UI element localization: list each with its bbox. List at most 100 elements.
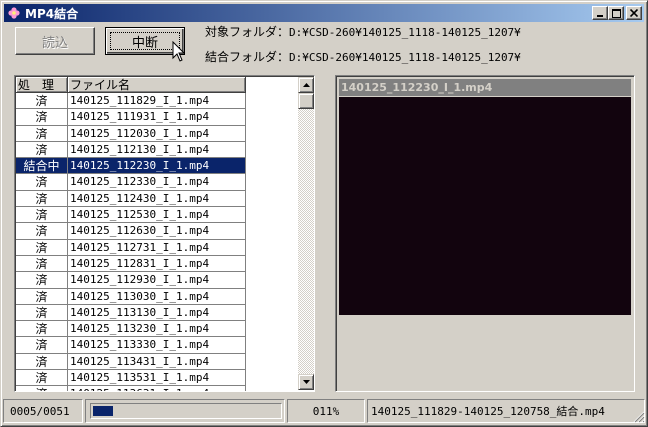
column-header-status[interactable]: 処 理 [16,77,68,93]
row-filename: 140125_112731_I_1.mp4 [68,239,246,256]
load-button-label: 読込 [41,35,68,51]
load-button[interactable]: 読込 [15,27,95,55]
arrow-down-icon [302,380,310,384]
column-header-filename[interactable]: ファイル名 [68,77,246,93]
list-row[interactable]: 済 140125_113230_I_1.mp4 [16,321,298,338]
list-row[interactable]: 済 140125_113431_I_1.mp4 [16,353,298,371]
row-status: 済 [16,239,68,256]
focus-rect [110,32,180,50]
close-icon [630,9,638,17]
caption-buttons [592,6,642,20]
row-status: 済 [16,353,68,371]
list-row[interactable]: 済 140125_112130_I_1.mp4 [16,141,298,159]
row-filename: 140125_113130_I_1.mp4 [68,304,246,322]
row-status: 済 [16,207,68,224]
row-status: 済 [16,321,68,338]
row-status: 済 [16,109,68,126]
size-grip-icon[interactable] [631,409,645,423]
row-filename: 140125_112230_I_1.mp4 [68,158,246,175]
list-row[interactable]: 済 140125_112831_I_1.mp4 [16,255,298,273]
row-filename: 140125_113531_I_1.mp4 [68,370,246,387]
row-status: 済 [16,288,68,305]
row-filename: 140125_112630_I_1.mp4 [68,223,246,240]
row-filename: 140125_112430_I_1.mp4 [68,190,246,208]
row-filename: 140125_113431_I_1.mp4 [68,353,246,371]
maximize-icon [611,8,621,18]
row-status: 済 [16,93,68,110]
main-window: MP4結合 読込 中断 対象フォルダ：D:¥CSD-260¥140125_111… [0,0,648,427]
list-row[interactable]: 済 140125_112330_I_1.mp4 [16,174,298,191]
list-row[interactable]: 済 140125_112731_I_1.mp4 [16,239,298,256]
video-preview-panel: 140125_112230_I_1.mp4 [335,75,635,392]
status-bar: 0005/0051 011% 140125_111829-140125_1207… [3,399,645,423]
row-filename: 140125_112930_I_1.mp4 [68,272,246,289]
status-percent-panel: 011% [287,399,365,423]
app-flower-icon [6,5,22,21]
progress-fill [93,406,113,416]
output-filename: 140125_111829-140125_120758_結合.mp4 [371,405,605,418]
status-output-panel: 140125_111829-140125_120758_結合.mp4 [367,399,645,423]
list-row[interactable]: 済 140125_112930_I_1.mp4 [16,272,298,289]
merge-folder-label: 結合フォルダ： [205,50,290,64]
merge-folder-path: D:¥CSD-260¥140125_1118-140125_1207¥ [289,51,521,64]
minimize-icon [597,15,603,17]
list-header: 処 理 ファイル名 [16,77,246,93]
list-row[interactable]: 済 140125_111931_I_1.mp4 [16,109,298,126]
row-filename: 140125_111829_I_1.mp4 [68,93,246,110]
row-filename: 140125_113631_I_1.mp4 [68,386,246,391]
list-row[interactable]: 済 140125_111829_I_1.mp4 [16,93,298,110]
list-body: 済 140125_111829_I_1.mp4 済 140125_111931_I_1… [16,93,298,391]
row-status: 済 [16,190,68,208]
status-count-panel: 0005/0051 [3,399,83,423]
row-filename: 140125_112831_I_1.mp4 [68,255,246,273]
row-filename: 140125_113330_I_1.mp4 [68,337,246,354]
row-filename: 140125_113030_I_1.mp4 [68,288,246,305]
merge-folder-row: 結合フォルダ：D:¥CSD-260¥140125_1118-140125_120… [205,48,521,65]
row-status: 済 [16,304,68,322]
list-row[interactable]: 済 140125_112430_I_1.mp4 [16,190,298,208]
file-count: 0005/0051 [10,404,70,418]
row-status: 済 [16,141,68,159]
row-status: 済 [16,174,68,191]
list-row[interactable]: 結合中 140125_112230_I_1.mp4 [16,158,298,175]
row-status: 済 [16,255,68,273]
row-status: 結合中 [16,158,68,175]
row-status: 済 [16,223,68,240]
target-folder-path: D:¥CSD-260¥140125_1118-140125_1207¥ [289,26,521,39]
target-folder-row: 対象フォルダ：D:¥CSD-260¥140125_1118-140125_120… [205,23,521,40]
row-filename: 140125_113230_I_1.mp4 [68,321,246,338]
row-filename: 140125_112130_I_1.mp4 [68,141,246,159]
row-status: 済 [16,370,68,387]
scroll-up-button[interactable] [298,77,314,93]
row-filename: 140125_112330_I_1.mp4 [68,174,246,191]
mouse-cursor-icon [172,41,186,62]
maximize-button[interactable] [608,6,624,20]
progress-bar [90,403,282,419]
row-filename: 140125_111931_I_1.mp4 [68,109,246,126]
list-scrollbar[interactable] [298,77,314,390]
scroll-thumb[interactable] [298,93,314,109]
list-row[interactable]: 済 140125_113330_I_1.mp4 [16,337,298,354]
row-status: 済 [16,125,68,142]
list-row[interactable]: 済 140125_113030_I_1.mp4 [16,288,298,305]
row-status: 済 [16,337,68,354]
preview-title: 140125_112230_I_1.mp4 [339,79,631,96]
list-row[interactable]: 済 140125_113130_I_1.mp4 [16,304,298,322]
close-button[interactable] [626,6,642,20]
file-list[interactable]: 処 理 ファイル名 済 140125_111829_I_1.mp4 済 140125_… [14,75,315,392]
target-folder-label: 対象フォルダ： [205,25,290,39]
minimize-button[interactable] [592,6,608,20]
scroll-down-button[interactable] [298,374,314,390]
video-frame [339,97,631,315]
title-bar[interactable]: MP4結合 [4,4,644,22]
list-row[interactable]: 済 140125_112030_I_1.mp4 [16,125,298,142]
list-row[interactable]: 済140125_113631_I_1.mp4 [16,386,298,391]
row-status: 済 [16,386,68,391]
status-progress-panel [85,399,285,423]
arrow-up-icon [302,83,310,87]
list-row[interactable]: 済 140125_113531_I_1.mp4 [16,370,298,387]
progress-percent: 011% [312,404,340,418]
list-row[interactable]: 済 140125_112530_I_1.mp4 [16,207,298,224]
list-row[interactable]: 済 140125_112630_I_1.mp4 [16,223,298,240]
row-filename: 140125_112530_I_1.mp4 [68,207,246,224]
